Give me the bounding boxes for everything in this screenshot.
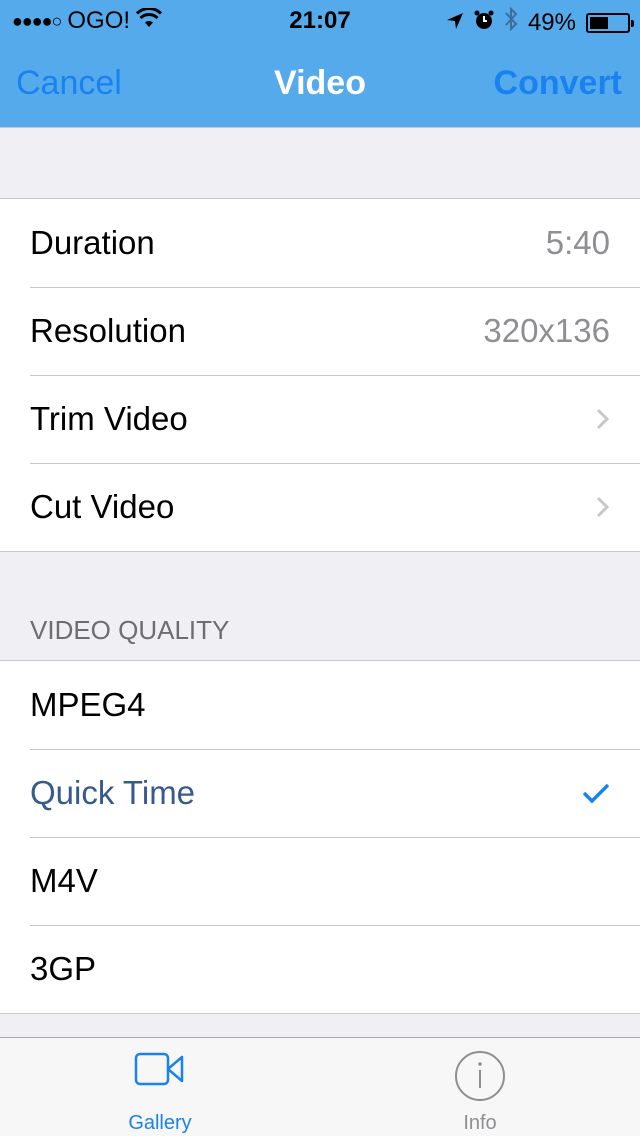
battery-icon (586, 12, 634, 33)
bluetooth-icon (504, 6, 518, 38)
video-info-group: Duration 5:40 Resolution 320x136 Trim Vi… (0, 198, 640, 552)
duration-label: Duration (30, 224, 155, 261)
chevron-right-icon (596, 408, 610, 430)
navigation-bar: Cancel Video Convert (0, 40, 640, 128)
status-bar: ●●●●○ OGO! 21:07 49% (0, 0, 640, 40)
tab-info[interactable]: Info (320, 1038, 640, 1136)
tab-gallery[interactable]: Gallery (0, 1038, 320, 1136)
resolution-label: Resolution (30, 312, 186, 349)
resolution-value: 320x136 (483, 312, 610, 349)
quality-option-quicktime[interactable]: Quick Time (0, 749, 640, 837)
trim-video-row[interactable]: Trim Video (0, 375, 640, 463)
checkmark-icon (582, 783, 610, 804)
battery-percent: 49% (527, 8, 576, 36)
tab-label: Gallery (128, 1112, 192, 1134)
tab-bar: Gallery Info (0, 1037, 640, 1136)
quality-option-mpeg4[interactable]: MPEG4 (0, 661, 640, 749)
option-label: MPEG4 (30, 686, 146, 723)
battery-fill (590, 16, 608, 29)
quality-option-3gp[interactable]: 3GP (0, 925, 640, 1013)
trim-video-label: Trim Video (30, 400, 188, 437)
video-quality-group: MPEG4 Quick Time M4V 3GP (0, 660, 640, 1014)
option-label: M4V (30, 862, 98, 899)
alarm-clock-icon (474, 9, 494, 37)
chevron-right-icon (596, 496, 610, 518)
info-icon (455, 1051, 505, 1101)
quality-option-m4v[interactable]: M4V (0, 837, 640, 925)
resolution-row: Resolution 320x136 (0, 287, 640, 375)
option-label: Quick Time (30, 774, 196, 811)
location-arrow-icon (446, 9, 464, 37)
tab-label: Info (463, 1112, 497, 1134)
video-camera-icon (134, 1052, 184, 1086)
header: ●●●●○ OGO! 21:07 49% Cancel Video Conver… (0, 0, 640, 128)
convert-button[interactable]: Convert (494, 64, 622, 103)
video-quality-header: VIDEO QUALITY (30, 615, 230, 645)
duration-row: Duration 5:40 (0, 199, 640, 287)
cut-video-row[interactable]: Cut Video (0, 463, 640, 551)
cut-video-label: Cut Video (30, 488, 175, 525)
option-label: 3GP (30, 950, 97, 987)
duration-value: 5:40 (545, 224, 610, 261)
